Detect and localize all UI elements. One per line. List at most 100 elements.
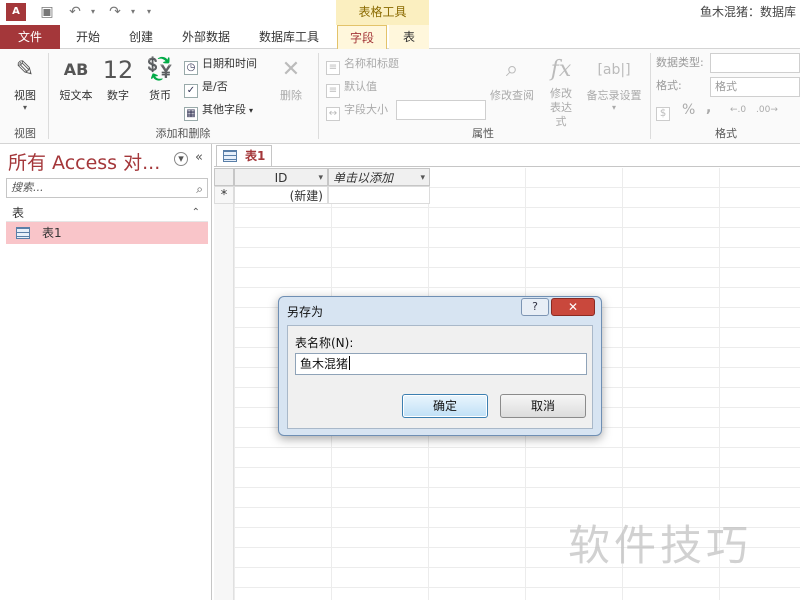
ribbon-separator: [48, 53, 49, 139]
column-dropdown-icon[interactable]: ▾: [318, 169, 323, 187]
dialog-title: 另存为: [287, 305, 324, 319]
group-label-formatting: 格式: [715, 127, 737, 140]
ribbon: ✎ 视图 ▾ 视图 AB 短文本 12 数字 💱 货币 ◷ 日期和时间 ✓ 是/否 …: [0, 49, 800, 144]
yesno-button[interactable]: ✓ 是/否: [184, 77, 228, 98]
text-caret: [349, 356, 351, 370]
tab-create[interactable]: 创建: [116, 25, 166, 49]
short-text-button[interactable]: AB 短文本: [54, 53, 98, 103]
default-value-icon: ≡: [326, 84, 340, 98]
undo-icon[interactable]: ↶: [66, 3, 84, 21]
navigation-pane: 所有 Access 对... ▾ « 搜索... ⌕ 表 ⌃ 表1: [0, 144, 212, 600]
tab-divider: [214, 166, 800, 167]
search-icon: ⌕: [196, 182, 203, 196]
memo-settings-icon: [ab|]: [597, 62, 631, 78]
column-dropdown-icon[interactable]: ▾: [420, 169, 425, 187]
tab-external-data[interactable]: 外部数据: [170, 25, 242, 49]
select-all-corner[interactable]: [214, 168, 234, 186]
currency-icon: 💱: [146, 57, 174, 82]
data-type-select[interactable]: [710, 53, 800, 73]
nav-menu-chevron-icon[interactable]: ▾: [174, 152, 188, 166]
field-size-icon: ↔: [326, 107, 340, 121]
cancel-button[interactable]: 取消: [500, 394, 586, 418]
number-button[interactable]: 12 数字: [100, 53, 136, 103]
function-icon: fx: [550, 57, 572, 82]
checkbox-icon: ✓: [184, 84, 198, 98]
calendar-icon: ◷: [184, 61, 198, 75]
nav-search-input[interactable]: 搜索... ⌕: [6, 178, 208, 198]
memo-settings-button[interactable]: [ab|] 备忘录设置 ▾: [582, 53, 646, 112]
view-icon: ✎: [15, 57, 35, 82]
dialog-body: 表名称(N): 鱼木混猪 确定 取消: [287, 325, 593, 429]
table-name-label: 表名称(N):: [295, 336, 354, 350]
ok-button[interactable]: 确定: [402, 394, 488, 418]
nav-item-table1[interactable]: 表1: [6, 222, 208, 244]
currency-format-icon[interactable]: $: [656, 100, 674, 121]
document-tab-table1[interactable]: 表1: [216, 145, 272, 167]
ribbon-separator: [650, 53, 651, 139]
group-label-properties: 属性: [472, 127, 494, 140]
collapse-group-icon: ⌃: [191, 207, 200, 218]
short-text-icon: AB: [63, 60, 89, 79]
decrease-decimals-icon[interactable]: .00→: [756, 100, 778, 120]
format-label: 格式:: [656, 79, 682, 92]
group-label-view: 视图: [14, 127, 36, 140]
field-size-input[interactable]: [396, 100, 486, 120]
number-icon: 12: [102, 56, 134, 84]
save-icon[interactable]: ▣: [38, 3, 56, 21]
help-button[interactable]: ?: [521, 298, 549, 316]
name-caption-button[interactable]: ≡ 名称和标题: [326, 54, 399, 75]
data-type-label: 数据类型:: [656, 56, 704, 69]
watermark-text: 软件技巧: [568, 521, 753, 570]
redo-icon[interactable]: ↷: [106, 3, 124, 21]
modify-lookups-button[interactable]: ⌕ 修改查阅: [486, 53, 538, 103]
delete-icon: ✕: [281, 57, 301, 82]
undo-dropdown-icon[interactable]: ▾: [88, 3, 98, 21]
tab-table[interactable]: 表: [389, 25, 429, 49]
title-bar: A ▣ ↶ ▾ ↷ ▾ ▾ 表格工具 鱼木混猪：数据库: [0, 0, 800, 25]
close-icon[interactable]: ✕: [551, 298, 595, 316]
window-title: 鱼木混猪：数据库: [699, 5, 796, 19]
delete-button[interactable]: ✕ 删除: [274, 53, 308, 103]
new-record-add-cell[interactable]: [328, 186, 430, 204]
new-record-id-cell[interactable]: (新建): [234, 186, 328, 204]
access-app-icon: A: [6, 3, 26, 21]
tab-fields[interactable]: 字段: [337, 25, 387, 49]
tab-home[interactable]: 开始: [64, 25, 112, 49]
default-value-button[interactable]: ≡ 默认值: [326, 77, 377, 98]
memo-settings-dropdown-icon: ▾: [611, 103, 616, 112]
more-fields-icon: ▦: [184, 107, 198, 121]
field-size-label: ↔ 字段大小: [326, 100, 388, 121]
customize-qat-icon[interactable]: ▾: [144, 3, 154, 21]
more-fields-dropdown-icon: ▾: [249, 106, 254, 115]
percent-format-button[interactable]: %: [682, 100, 695, 120]
table-tools-context-label: 表格工具: [336, 0, 429, 25]
modify-expression-button[interactable]: fx 修改表达式: [540, 53, 582, 129]
tab-file[interactable]: 文件: [0, 25, 60, 49]
modify-lookups-icon: ⌕: [505, 57, 519, 82]
column-header-id[interactable]: ID ▾: [234, 168, 328, 186]
record-selector-strip: [214, 204, 234, 600]
nav-group-tables[interactable]: 表 ⌃: [6, 204, 208, 222]
datetime-button[interactable]: ◷ 日期和时间: [184, 54, 257, 75]
collapse-pane-icon[interactable]: «: [192, 151, 206, 166]
ribbon-separator: [318, 53, 319, 139]
tab-database-tools[interactable]: 数据库工具: [246, 25, 332, 49]
new-record-marker[interactable]: *: [214, 186, 234, 204]
column-header-click-to-add[interactable]: 单击以添加 ▾: [328, 168, 430, 186]
money-icon: $: [656, 107, 670, 121]
increase-decimals-icon[interactable]: ←.0: [730, 100, 746, 120]
more-fields-button[interactable]: ▦ 其他字段 ▾: [184, 100, 254, 121]
view-dropdown-icon: ▾: [22, 103, 27, 112]
table-icon: [16, 227, 30, 239]
redo-dropdown-icon[interactable]: ▾: [128, 3, 138, 21]
comma-format-button[interactable]: ,: [706, 98, 711, 118]
group-label-add-delete: 添加和删除: [155, 127, 211, 140]
format-select[interactable]: 格式: [710, 77, 800, 97]
nav-pane-title[interactable]: 所有 Access 对...: [8, 148, 160, 175]
table-icon: [223, 150, 237, 162]
view-button[interactable]: ✎ 视图 ▾: [6, 53, 44, 112]
ribbon-tabs: 文件 开始 创建 外部数据 数据库工具 字段 表: [0, 25, 800, 49]
currency-button[interactable]: 💱 货币: [140, 53, 180, 103]
table-name-input[interactable]: 鱼木混猪: [295, 353, 587, 375]
name-caption-icon: ≡: [326, 61, 340, 75]
